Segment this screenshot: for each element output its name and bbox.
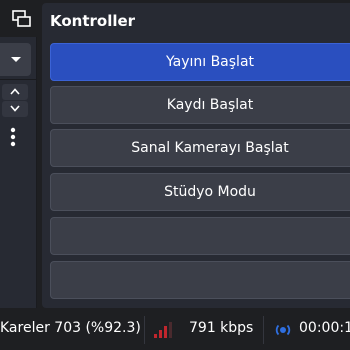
- obs-window: Kontroller Yayını Başlat Kaydı Başlat Sa…: [0, 0, 350, 350]
- scene-dropdown-button[interactable]: [0, 43, 31, 76]
- settings-button[interactable]: [50, 217, 350, 255]
- chevron-up-icon: [10, 88, 20, 95]
- chevron-down-icon: [10, 105, 20, 112]
- start-recording-button[interactable]: Kaydı Başlat: [50, 86, 350, 124]
- start-streaming-button[interactable]: Yayını Başlat: [50, 43, 350, 81]
- dock-header: [0, 0, 37, 37]
- controls-dock: Kontroller Yayını Başlat Kaydı Başlat Sa…: [42, 3, 350, 308]
- status-separator: [144, 316, 145, 344]
- bitrate-status: 791 kbps: [189, 320, 254, 336]
- stream-time-status: 00:00:1: [299, 320, 350, 336]
- controls-title: Kontroller: [50, 12, 136, 30]
- move-up-button[interactable]: [2, 84, 28, 100]
- divider: [0, 79, 37, 80]
- move-down-button[interactable]: [2, 101, 28, 117]
- status-separator: [263, 316, 264, 344]
- broadcast-icon: [275, 324, 291, 336]
- signal-bars-icon: [154, 322, 172, 338]
- status-bar: Kareler 703 (%92.3) 791 kbps 00:00:1: [0, 310, 350, 350]
- more-vertical-icon[interactable]: [6, 125, 20, 151]
- frames-status: Kareler 703 (%92.3): [0, 320, 141, 336]
- chevron-down-icon: [11, 57, 21, 62]
- scene-dock-fragment: [0, 0, 37, 308]
- undock-icon[interactable]: [12, 10, 32, 28]
- studio-mode-button[interactable]: Stüdyo Modu: [50, 173, 350, 211]
- exit-button[interactable]: [50, 261, 350, 299]
- start-virtual-camera-button[interactable]: Sanal Kamerayı Başlat: [50, 129, 350, 167]
